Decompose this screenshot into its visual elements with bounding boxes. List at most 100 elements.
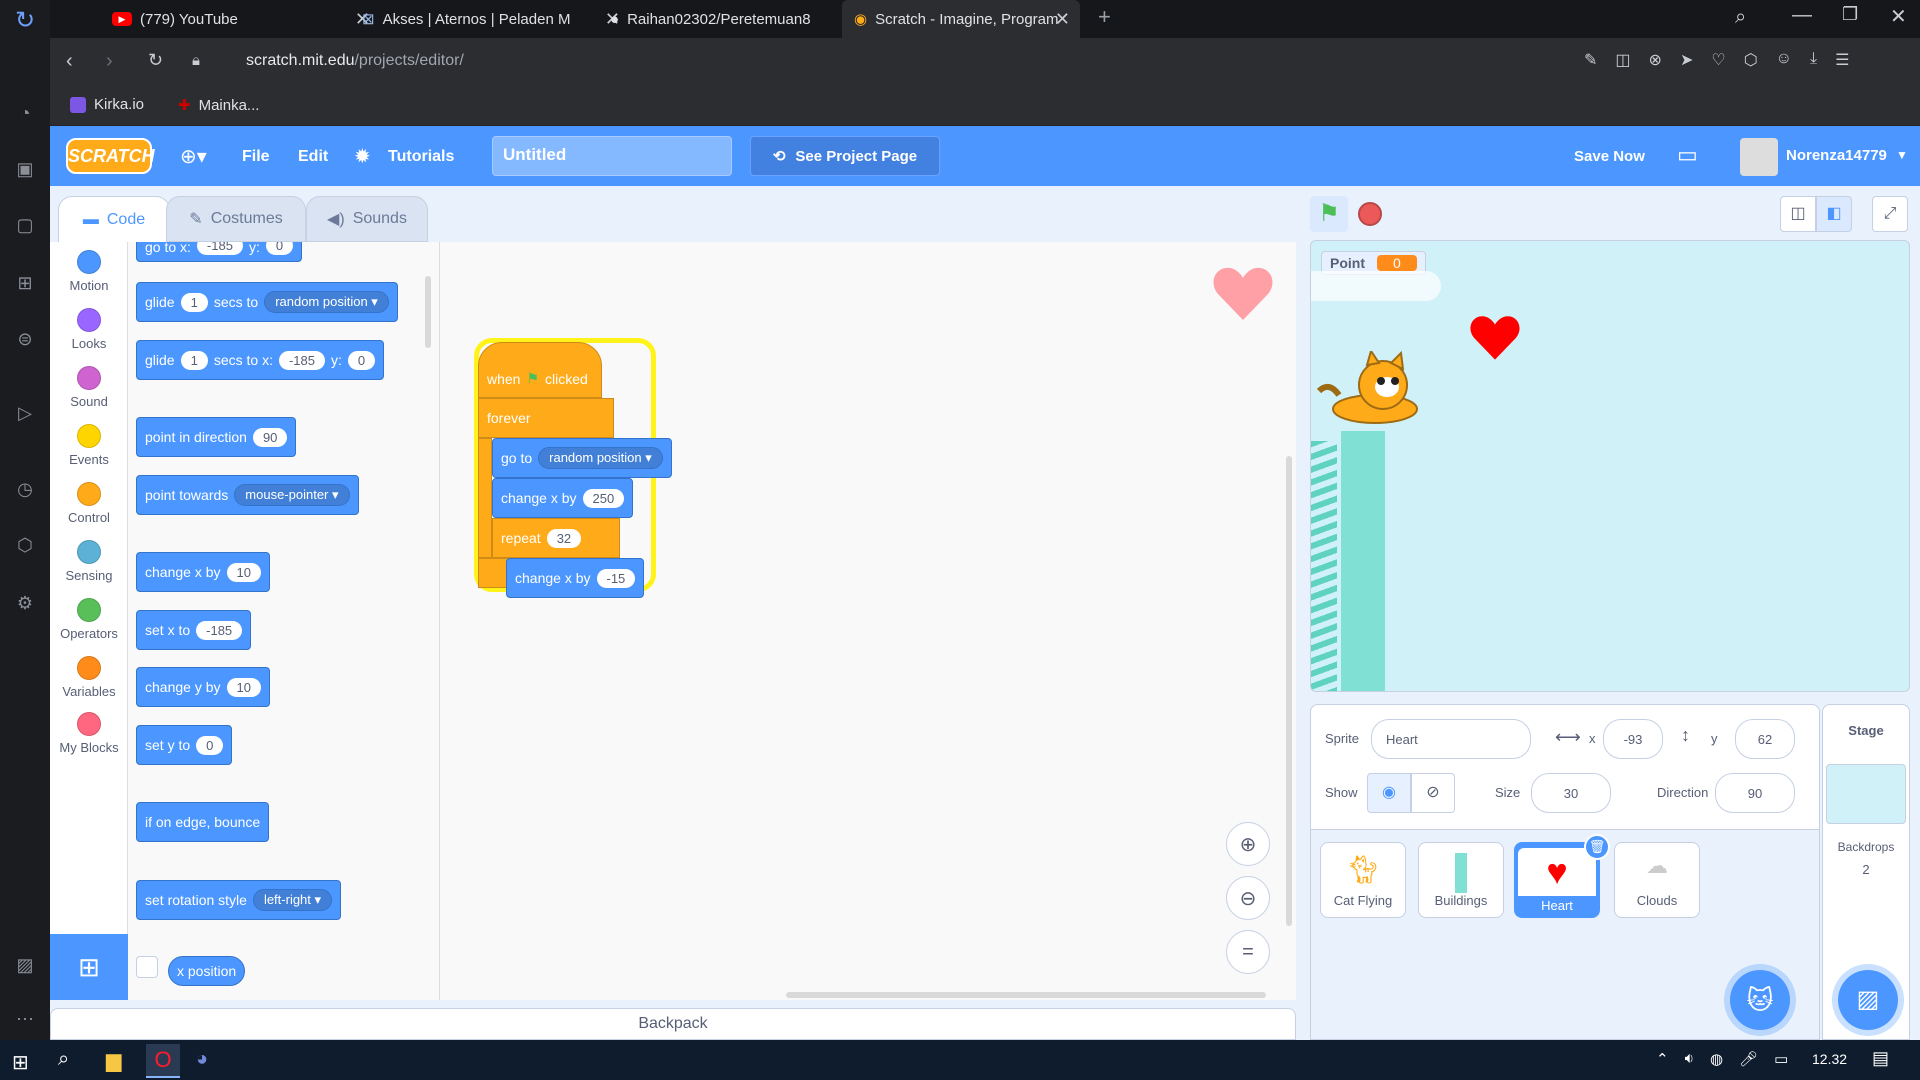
minimize-button[interactable]: — xyxy=(1792,4,1812,27)
language-globe-icon[interactable]: ⊕▾ xyxy=(180,144,207,169)
chevron-down-icon[interactable]: ▼ xyxy=(1896,148,1908,162)
tab-costumes[interactable]: ✎ Costumes xyxy=(166,196,306,242)
edit-menu[interactable]: Edit xyxy=(298,148,328,166)
new-tab-button[interactable]: + xyxy=(1098,4,1111,30)
goto-block[interactable]: go to random position ▾ xyxy=(492,438,672,478)
category-my-blocks[interactable]: My Blocks xyxy=(50,712,128,755)
value-input[interactable]: 0 xyxy=(265,242,294,255)
my-stuff-folder-icon[interactable]: ▭ xyxy=(1677,142,1698,168)
rotation-style-block[interactable]: set rotation style left-right ▾ xyxy=(136,880,342,920)
green-flag-button[interactable]: ⚑ xyxy=(1310,196,1348,232)
bounce-block[interactable]: if on edge, bounce xyxy=(136,802,270,842)
value-input[interactable]: -15 xyxy=(596,568,636,588)
search-icon[interactable]: ⌕ xyxy=(1735,6,1746,29)
change-x-script-block[interactable]: change x by 250 xyxy=(492,478,634,518)
extensions-icon[interactable]: ⬡ xyxy=(1744,50,1758,70)
add-backdrop-button[interactable]: ▨ xyxy=(1838,970,1898,1030)
file-explorer-icon[interactable]: ▆ xyxy=(106,1048,121,1073)
target-dropdown[interactable]: mouse-pointer ▾ xyxy=(234,484,350,506)
tab-aternos[interactable]: ⊠ Akses | Aternos | Peladen M ✕ xyxy=(350,0,630,38)
value-input[interactable]: 90 xyxy=(252,427,288,447)
category-events[interactable]: Events xyxy=(50,424,128,467)
tab-github[interactable]: ● Raihan02302/Peretemuan8 ✕ xyxy=(598,0,878,38)
delete-sprite-icon[interactable]: 🗑︎ xyxy=(1584,834,1610,860)
scratch-logo[interactable]: SCRATCH xyxy=(66,138,155,174)
cube-icon[interactable]: ⬡ xyxy=(12,532,38,558)
history-icon[interactable]: ◷ xyxy=(12,476,38,502)
volume-icon[interactable]: 🔉︎ xyxy=(1685,1050,1694,1068)
change-y-block[interactable]: change y by 10 xyxy=(136,667,270,707)
x-position-reporter[interactable]: x position xyxy=(168,956,246,986)
send-icon[interactable]: ➤ xyxy=(1680,50,1693,70)
notifications-icon[interactable]: ▤ xyxy=(1872,1048,1889,1069)
value-input[interactable]: -185 xyxy=(278,350,325,370)
sprite-card-cat-flying[interactable]: 🐈︎ Cat Flying xyxy=(1320,842,1406,918)
ai-icon[interactable]: ⊞ xyxy=(12,270,38,296)
y-input[interactable]: 62 xyxy=(1735,719,1795,759)
tab-code[interactable]: ▬ Code xyxy=(58,196,170,242)
sprite-card-buildings[interactable]: Buildings xyxy=(1418,842,1504,918)
value-input[interactable]: 10 xyxy=(226,562,261,582)
target-dropdown[interactable]: random position ▾ xyxy=(264,291,389,313)
forward-icon[interactable]: › xyxy=(106,50,113,73)
value-input[interactable]: 250 xyxy=(582,488,625,508)
vertical-scrollbar[interactable] xyxy=(1286,456,1292,926)
set-x-block[interactable]: set x to -185 xyxy=(136,610,252,650)
value-input[interactable]: 32 xyxy=(546,528,582,548)
search-icon[interactable]: ⌕ xyxy=(58,1048,69,1071)
tab-sounds[interactable]: ◀) Sounds xyxy=(306,196,428,242)
username-menu[interactable]: Norenza14779 xyxy=(1786,147,1887,164)
sprite-card-heart[interactable]: ♥ Heart 🗑︎ xyxy=(1514,834,1610,918)
forever-block[interactable]: forever xyxy=(478,398,614,438)
change-x-block[interactable]: change x by 10 xyxy=(136,552,270,592)
wallet-icon[interactable]: ▣ xyxy=(12,156,38,182)
file-menu[interactable]: File xyxy=(242,148,270,166)
games-icon[interactable]: ⊜ xyxy=(12,326,38,352)
windows-start-icon[interactable]: ⊞ xyxy=(12,1050,29,1075)
category-looks[interactable]: Looks xyxy=(50,308,128,351)
edit-icon[interactable]: ✎ xyxy=(1584,50,1597,70)
script-area[interactable]: when⚑clicked forever ⤴ go torandom posit… xyxy=(440,242,1296,1000)
normal-stage-button[interactable]: ◧ xyxy=(1816,196,1852,232)
opera-logo-icon[interactable]: ↻ xyxy=(12,8,38,34)
discord-icon[interactable]: ◕ xyxy=(196,1048,208,1071)
backpack-bar[interactable]: Backpack xyxy=(50,1008,1296,1040)
fullscreen-button[interactable]: ⤢ xyxy=(1872,196,1908,232)
zoom-in-button[interactable]: ⊕ xyxy=(1226,822,1270,866)
value-input[interactable]: 0 xyxy=(347,350,376,370)
x-input[interactable]: -93 xyxy=(1603,719,1663,759)
point-towards-block[interactable]: point towards mouse-pointer ▾ xyxy=(136,475,359,515)
tab-youtube[interactable]: ▶ (779) YouTube ✕ xyxy=(100,0,380,38)
hide-icon[interactable]: ⊘ xyxy=(1411,773,1455,813)
value-input[interactable]: -185 xyxy=(196,242,243,255)
sprite-name-input[interactable]: Heart xyxy=(1371,719,1531,759)
category-variables[interactable]: Variables xyxy=(50,656,128,699)
direction-input[interactable]: 90 xyxy=(1715,773,1795,813)
glide-random-block[interactable]: glide 1 secs to random position ▾ xyxy=(136,282,398,322)
zoom-reset-button[interactable]: = xyxy=(1226,930,1270,974)
tab-scratch[interactable]: ◉ Scratch - Imagine, Program ✕ xyxy=(842,0,1080,38)
category-sensing[interactable]: Sensing xyxy=(50,540,128,583)
when-flag-clicked-block[interactable]: when ⚑ clicked xyxy=(478,342,602,398)
opera-taskbar-icon[interactable]: O xyxy=(146,1044,180,1078)
target-dropdown[interactable]: random position ▾ xyxy=(538,447,663,469)
point-direction-block[interactable]: point in direction 90 xyxy=(136,417,297,457)
set-y-block[interactable]: set y to 0 xyxy=(136,725,233,765)
reload-icon[interactable]: ↻ xyxy=(148,50,163,71)
project-title-input[interactable]: Untitled xyxy=(492,136,732,176)
style-dropdown[interactable]: left-right ▾ xyxy=(252,889,333,911)
zoom-out-button[interactable]: ⊖ xyxy=(1226,876,1270,920)
settings-icon[interactable]: ⚙ xyxy=(12,590,38,616)
speed-dial-icon[interactable]: ◔ xyxy=(12,100,38,126)
horizontal-scrollbar[interactable] xyxy=(786,992,1266,998)
palette-scrollbar[interactable] xyxy=(425,276,431,348)
profile-icon[interactable]: ☺ xyxy=(1776,50,1792,70)
gallery-icon[interactable]: ▨ xyxy=(12,952,38,978)
value-input[interactable]: 10 xyxy=(226,677,261,697)
show-visible-icon[interactable]: ◉ xyxy=(1367,773,1411,813)
category-control[interactable]: Control xyxy=(50,482,128,525)
restore-button[interactable]: ❐ xyxy=(1842,4,1858,25)
adblock-icon[interactable]: ⊗ xyxy=(1649,50,1662,70)
value-input[interactable]: 0 xyxy=(196,735,224,755)
add-sprite-button[interactable]: 🐱︎ xyxy=(1730,970,1790,1030)
